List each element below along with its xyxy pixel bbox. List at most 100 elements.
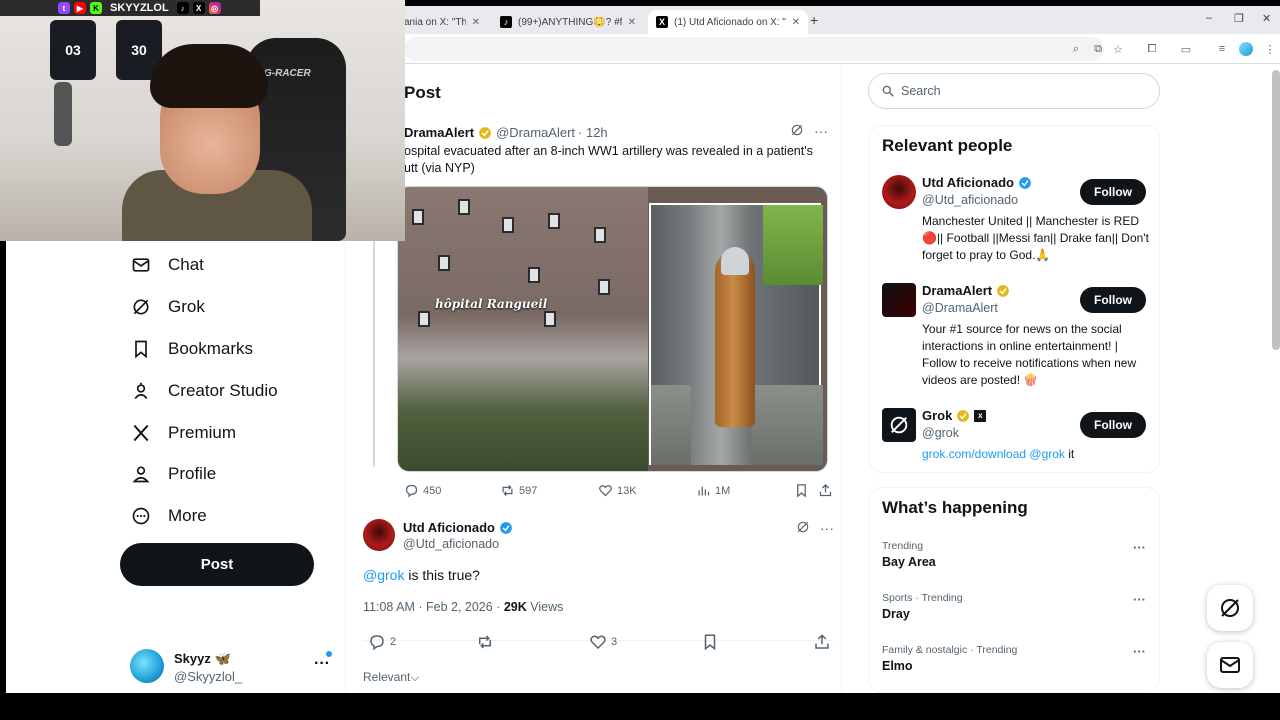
shell-photo [649,203,823,465]
search-input[interactable]: Search [868,73,1160,109]
share-button[interactable] [818,483,833,498]
microphone [54,82,72,146]
share-button[interactable] [813,633,831,651]
quoted-author[interactable]: DramaAlert @DramaAlert · 12h [404,125,608,140]
post-image[interactable]: hôpital Rangueil [397,186,828,472]
person-name: Utd Aficionado [922,175,1036,190]
media-icon[interactable]: ≡ [1214,41,1230,57]
tab-label: (99+)ANYTHING😳? #fyp #vira [518,16,622,28]
nav-label: Bookmarks [168,339,254,358]
new-tab-button[interactable]: + [810,12,818,28]
trend-item[interactable]: Trending Bay Area ··· [882,540,1152,569]
verified-blue-icon [499,521,513,535]
like-button[interactable]: 13K [598,483,637,498]
webcam-overlay: 03 30 G-RACER t ▶ K SKYYZLOL ♪ X ◎ [0,0,405,241]
bookmark-button[interactable] [701,633,719,651]
sidebar-icon[interactable]: ▭ [1178,41,1194,57]
repost-button[interactable] [476,633,494,651]
views-button[interactable]: 1M [696,483,730,498]
nav-item-creator-studio[interactable]: Creator Studio [130,371,278,411]
address-bar[interactable] [404,37,1104,61]
install-app-icon[interactable]: ⧉ [1090,41,1106,57]
bookmark-icon [704,634,716,651]
reply-sort-dropdown[interactable]: Relevant⌵ [363,670,419,685]
extensions-icon[interactable]: ⧠ [1144,41,1160,57]
chat-fab-button[interactable] [1207,642,1253,688]
reply-button[interactable]: 450 [404,483,441,498]
nav-item-bookmarks[interactable]: Bookmarks [130,329,253,369]
browser-tab-2[interactable]: ♪ (99+)ANYTHING😳? #fyp #vira ✕ [492,10,644,34]
follow-button[interactable]: Follow [1080,412,1146,438]
repost-button[interactable]: 597 [500,483,537,498]
bio-mention[interactable]: @grok [1026,447,1065,461]
menu-icon[interactable]: ⋮ [1262,41,1278,57]
grok-icon[interactable] [790,123,804,140]
maximize-button[interactable]: ❐ [1234,12,1244,25]
browser-tab-3[interactable]: X (1) Utd Aficionado on X: "@Dra ✕ [648,10,808,34]
reply-author-handle[interactable]: @Utd_aficionado [403,537,499,551]
author-name: Utd Aficionado [403,520,495,535]
grok-icon [1221,599,1239,617]
search-placeholder: Search [901,84,941,98]
x-logo-icon: X [192,2,205,14]
share-icon [815,634,829,649]
instagram-icon: ◎ [208,2,221,14]
nav-item-grok[interactable]: Grok [130,287,205,327]
more-icon[interactable]: ··· [820,520,834,537]
nav-item-premium[interactable]: Premium [130,413,236,453]
person-handle: @Utd_aficionado [922,193,1019,207]
like-button[interactable]: 3 [589,633,617,651]
close-window-button[interactable]: ✕ [1262,12,1271,25]
tab-label: (1) Utd Aficionado on X: "@Dra [674,16,786,28]
post-button[interactable]: Post [120,543,314,586]
verified-gold-icon [996,284,1010,298]
nav-item-chat[interactable]: Chat [130,245,204,285]
avatar[interactable] [363,519,395,551]
avatar [882,283,916,317]
mention-link[interactable]: @grok [363,567,404,583]
grok-fab-button[interactable] [1207,585,1253,631]
reply-author-name[interactable]: Utd Aficionado [403,520,517,535]
reply-body: is this true? [404,567,480,583]
panel-title: Relevant people [882,136,1013,155]
views-icon [698,486,710,496]
avatar [882,175,916,209]
zoom-icon[interactable]: ⌕ [1068,41,1084,57]
close-icon[interactable]: ✕ [628,17,636,28]
more-icon[interactable]: ··· [1133,644,1146,659]
browser-tab-1[interactable]: ania on X: "The ✕ [396,10,488,34]
verified-gold-icon [956,409,970,423]
nav-item-more[interactable]: More [130,496,207,536]
reply-button[interactable]: 2 [368,633,396,651]
repost-count: 597 [519,484,538,497]
relevant-people-panel: Relevant people Utd Aficionado @Utd_afic… [868,125,1160,473]
scrollbar[interactable] [1272,70,1280,350]
bookmark-button[interactable] [794,483,809,498]
trend-item[interactable]: Sports · Trending Dray ··· [882,592,1152,621]
chair-brand: G-RACER [264,68,311,79]
main-column: Post DramaAlert @DramaAlert · 12h ··· os… [346,65,842,693]
grok-icon[interactable] [796,520,810,537]
bio-link[interactable]: grok.com/download [922,447,1026,461]
trend-item[interactable]: Family & nostalgic · Trending Elmo ··· [882,644,1152,673]
more-icon[interactable]: ··· [314,655,330,673]
close-icon[interactable]: ✕ [472,17,480,28]
minimize-button[interactable]: – [1206,12,1212,24]
nav-label: Profile [168,464,217,483]
follow-button[interactable]: Follow [1080,179,1146,205]
more-icon[interactable]: ··· [814,123,828,140]
bio-text: it [1064,447,1075,461]
like-count: 13K [617,484,637,497]
trend-context: Trending [882,540,924,552]
account-switcher[interactable]: Skyyz 🦋 @Skyyzlol_ ··· [130,649,332,685]
nav-item-profile[interactable]: Profile [130,454,216,494]
avatar [130,649,164,683]
more-icon[interactable]: ··· [1133,592,1146,607]
profile-icon[interactable] [1238,41,1254,57]
follow-button[interactable]: Follow [1080,287,1146,313]
more-icon[interactable]: ··· [1133,540,1146,555]
star-icon[interactable]: ☆ [1110,41,1126,57]
creator-studio-icon [130,380,152,402]
name-text: Grok [922,408,953,423]
close-icon[interactable]: ✕ [792,17,800,28]
